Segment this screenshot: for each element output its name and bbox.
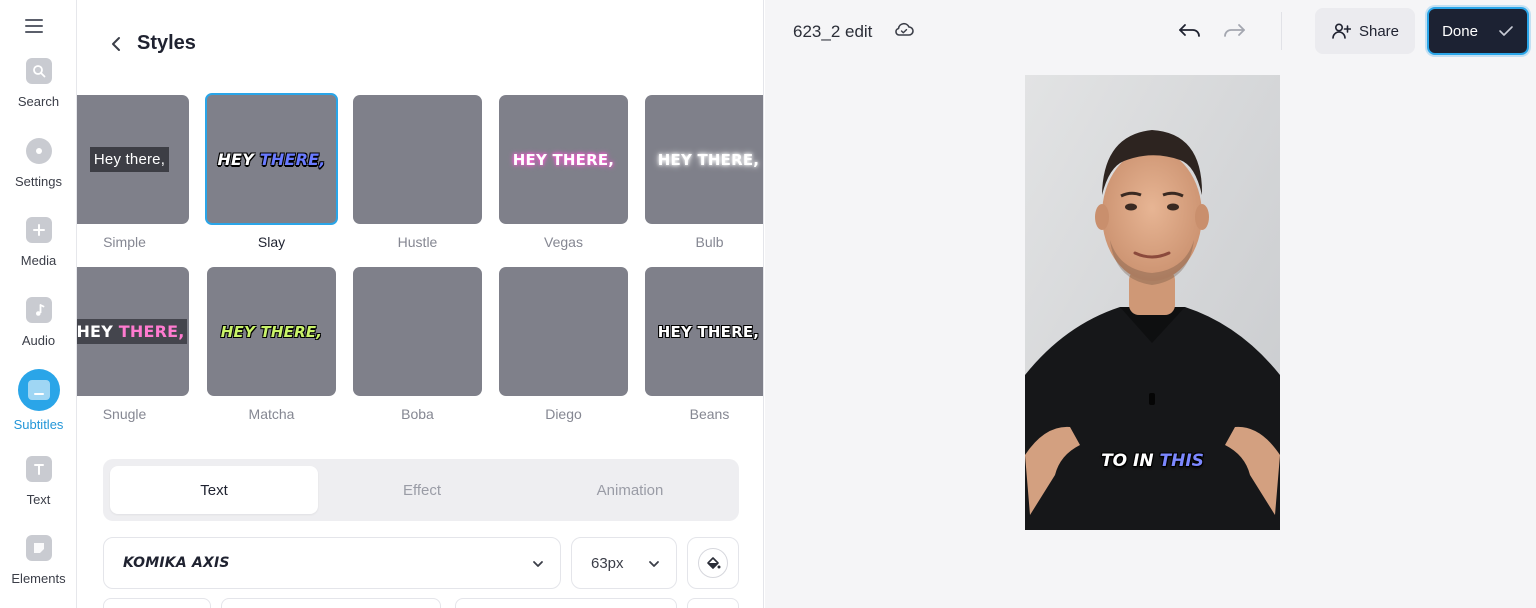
back-arrow-icon[interactable]	[108, 34, 126, 54]
style-tile-hustle[interactable]	[353, 95, 482, 224]
style-label-bulb: Bulb	[695, 234, 724, 250]
styles-panel: Styles Hey there, Simple HEY THERE, Slay…	[77, 0, 764, 608]
font-family-select[interactable]: KOMIKA AXIS	[103, 537, 561, 589]
style-label-vegas: Vegas	[544, 234, 583, 250]
next-control-row	[455, 598, 677, 608]
share-label: Share	[1358, 22, 1400, 40]
gear-icon	[25, 138, 52, 164]
video-subtitle-caption: TO IN THIS	[1101, 451, 1204, 471]
nav-label-settings: Settings	[15, 174, 62, 189]
subtitles-icon	[17, 369, 60, 411]
style-label-snugle: Snugle	[102, 406, 147, 422]
style-tile-boba[interactable]	[353, 267, 482, 396]
next-control-row	[103, 598, 211, 608]
sticker-icon	[25, 535, 52, 561]
nav-label-audio: Audio	[21, 333, 56, 348]
style-label-slay: Slay	[257, 234, 286, 250]
style-tile-snugle[interactable]: HEY THERE,	[77, 267, 189, 396]
font-family-value: KOMIKA AXIS	[123, 555, 230, 571]
undo-icon[interactable]	[1177, 20, 1203, 42]
toolbar-divider	[1281, 12, 1282, 50]
font-size-value: 63px	[591, 555, 624, 572]
redo-icon[interactable]	[1221, 20, 1247, 42]
done-button[interactable]: Done	[1427, 7, 1529, 55]
style-label-boba: Boba	[401, 406, 434, 422]
plus-icon	[25, 217, 52, 243]
editor-preview-area: 623_2 edit Share Done TO IN THIS	[765, 0, 1536, 608]
text-icon	[25, 456, 52, 482]
next-control-row	[221, 598, 441, 608]
nav-item-media[interactable]: Media	[0, 217, 77, 268]
text-color-button[interactable]	[687, 537, 739, 589]
style-preview-text: HEY THERE,	[220, 322, 323, 341]
style-preview-text: HEY THERE,	[657, 150, 760, 169]
nav-label-media: Media	[20, 253, 57, 268]
style-tile-vegas[interactable]: HEY THERE,	[499, 95, 628, 224]
style-tile-slay[interactable]: HEY THERE,	[205, 93, 338, 225]
chevron-down-icon	[533, 561, 543, 567]
paint-bucket-icon	[698, 548, 728, 578]
style-preview-text: Hey there,	[89, 147, 170, 172]
style-label-hustle: Hustle	[397, 234, 438, 250]
nav-item-text[interactable]: Text	[0, 456, 77, 507]
tab-effect[interactable]: Effect	[318, 466, 526, 514]
nav-label-search: Search	[17, 94, 60, 109]
style-label-diego: Diego	[545, 406, 582, 422]
style-preview-text: HEY THERE,	[77, 319, 187, 344]
style-label-beans: Beans	[689, 406, 730, 422]
style-tile-simple[interactable]: Hey there,	[77, 95, 189, 224]
music-note-icon	[25, 297, 52, 323]
tab-animation[interactable]: Animation	[526, 466, 734, 514]
style-tabs: Text Effect Animation	[103, 459, 739, 521]
style-label-simple: Simple	[103, 234, 146, 250]
style-preview-text: HEY THERE,	[512, 150, 615, 169]
style-label-matcha: Matcha	[248, 406, 295, 422]
search-icon	[25, 58, 52, 84]
share-button[interactable]: Share	[1315, 8, 1415, 54]
style-tile-bulb[interactable]: HEY THERE,	[645, 95, 763, 224]
style-tile-diego[interactable]	[499, 267, 628, 396]
nav-item-elements[interactable]: Elements	[0, 535, 77, 586]
cloud-saved-icon	[895, 22, 914, 36]
nav-item-audio[interactable]: Audio	[0, 297, 77, 348]
next-control-row	[687, 598, 739, 608]
style-tile-matcha[interactable]: HEY THERE,	[207, 267, 336, 396]
nav-item-search[interactable]: Search	[0, 58, 77, 109]
chevron-down-icon	[649, 561, 659, 567]
panel-title: Styles	[137, 32, 196, 54]
style-preview-text: HEY THERE,	[217, 149, 326, 169]
nav-label-subtitles: Subtitles	[13, 417, 64, 432]
done-label: Done	[1442, 22, 1478, 40]
nav-label-text: Text	[26, 492, 51, 507]
style-preview-text: HEY THERE,	[657, 322, 760, 341]
video-preview[interactable]: TO IN THIS	[1025, 75, 1280, 530]
add-user-icon	[1332, 23, 1351, 39]
style-tile-beans[interactable]: HEY THERE,	[645, 267, 763, 396]
left-nav-rail: Search Settings Media Audio Subtitles Te…	[0, 0, 77, 608]
document-title[interactable]: 623_2 edit	[793, 22, 872, 42]
nav-item-settings[interactable]: Settings	[0, 138, 77, 189]
font-size-select[interactable]: 63px	[571, 537, 677, 589]
nav-item-subtitles[interactable]: Subtitles	[0, 369, 77, 432]
menu-icon[interactable]	[25, 19, 43, 33]
nav-label-elements: Elements	[11, 571, 66, 586]
checkmark-icon	[1499, 26, 1513, 36]
tab-text[interactable]: Text	[110, 466, 318, 514]
